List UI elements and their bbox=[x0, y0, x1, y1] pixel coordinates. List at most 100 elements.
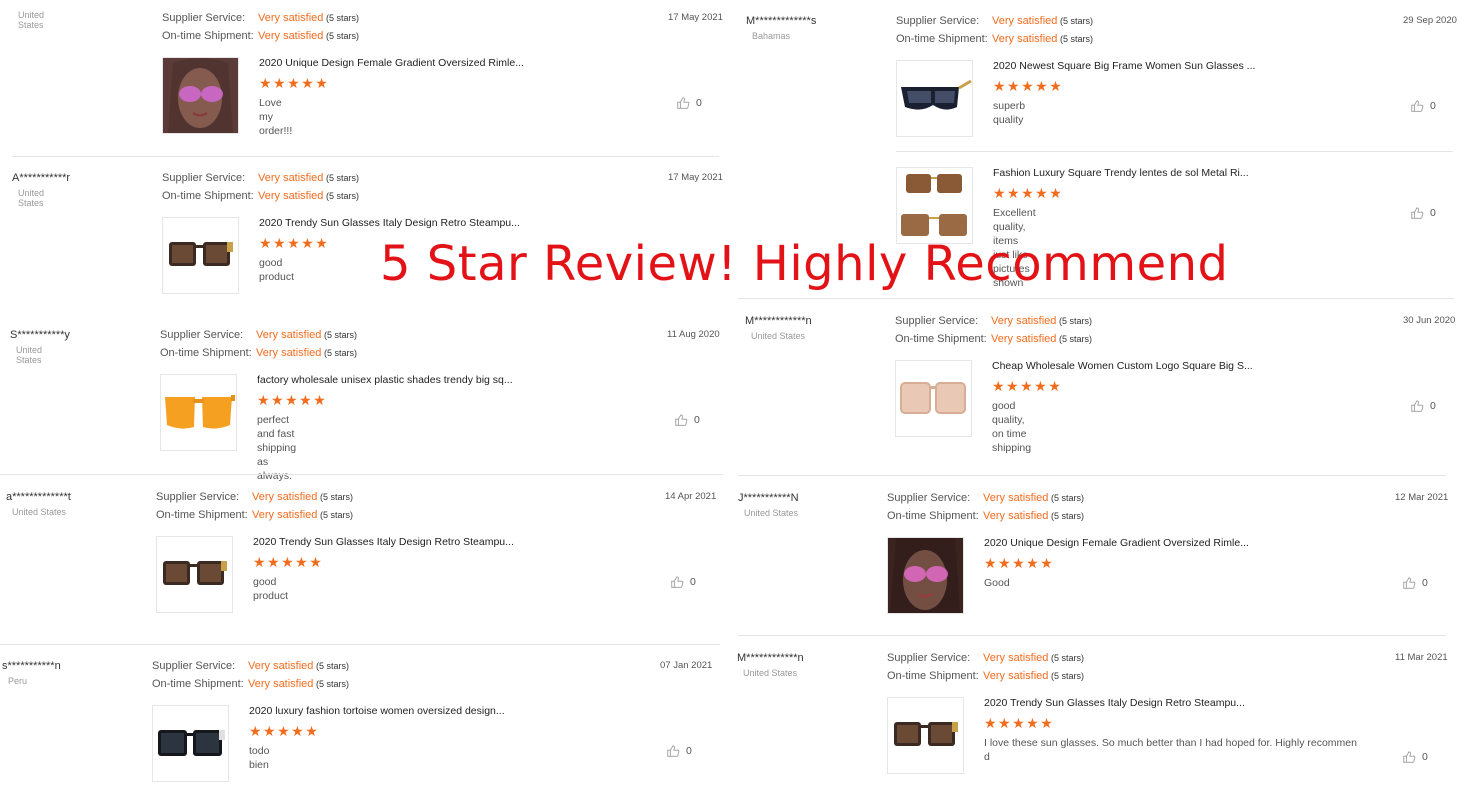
divider bbox=[896, 151, 1453, 152]
reviewer-name: M*************s bbox=[746, 15, 817, 27]
reviewer-country: United States bbox=[12, 507, 67, 517]
product-title-link[interactable]: 2020 luxury fashion tortoise women overs… bbox=[249, 705, 505, 717]
reviewer-country: United States bbox=[743, 668, 798, 678]
like-count: 0 bbox=[694, 413, 700, 426]
review-comment: todo bien bbox=[249, 745, 270, 771]
reviewer-info: a*************t United States bbox=[6, 491, 71, 517]
shipment-rating: On-time Shipment: Very satisfied (5 stars) bbox=[887, 510, 1085, 522]
review-date: 17 May 2021 bbox=[668, 172, 723, 183]
product-thumbnail[interactable] bbox=[895, 360, 972, 437]
review-date: 07 Jan 2021 bbox=[660, 660, 713, 671]
supplier-service-rating: Supplier Service: Very satisfied (5 stars) bbox=[887, 492, 1085, 504]
review-date: 30 Jun 2020 bbox=[1403, 315, 1456, 326]
product-title-link[interactable]: 2020 Unique Design Female Gradient Overs… bbox=[259, 57, 524, 69]
star-rating: ★★★★★ bbox=[984, 715, 1055, 731]
review-date: 14 Apr 2021 bbox=[665, 491, 717, 502]
product-thumbnail[interactable] bbox=[887, 537, 964, 614]
supplier-service-rating: Supplier Service: Very satisfied (5 stars) bbox=[887, 652, 1085, 664]
product-thumbnail[interactable] bbox=[162, 57, 239, 134]
review-comment: I love these sun glasses. So much better… bbox=[984, 737, 1357, 763]
divider bbox=[738, 475, 1446, 476]
star-rating: ★★★★★ bbox=[993, 185, 1064, 201]
like-button[interactable]: 0 bbox=[1410, 99, 1436, 113]
review-comment: good product bbox=[259, 257, 295, 283]
supplier-service-rating: Supplier Service: Very satisfied (5 stars) bbox=[162, 172, 360, 184]
thumb-up-icon bbox=[674, 413, 688, 427]
reviewer-name: s***********n bbox=[2, 660, 61, 672]
star-rating: ★★★★★ bbox=[257, 392, 328, 408]
reviewer-info: s***********n Peru bbox=[2, 660, 61, 686]
divider bbox=[0, 644, 720, 645]
product-title-link[interactable]: 2020 Trendy Sun Glasses Italy Design Ret… bbox=[253, 536, 514, 548]
like-count: 0 bbox=[690, 575, 696, 588]
reviewer-name: M************n bbox=[737, 652, 804, 664]
shipment-rating: On-time Shipment: Very satisfied (5 stars) bbox=[162, 30, 360, 42]
product-title-link[interactable]: 2020 Unique Design Female Gradient Overs… bbox=[984, 537, 1249, 549]
product-thumbnail[interactable] bbox=[160, 374, 237, 451]
review-comment: Love my order!!! bbox=[259, 97, 293, 137]
reviewer-country: United States bbox=[16, 345, 43, 365]
thumb-up-icon bbox=[1410, 206, 1424, 220]
like-count: 0 bbox=[686, 744, 692, 757]
product-thumbnail[interactable] bbox=[887, 697, 964, 774]
reviewer-country: Peru bbox=[8, 676, 28, 686]
supplier-service-rating: Supplier Service: Very satisfied (5 stars) bbox=[896, 15, 1094, 27]
divider bbox=[0, 474, 723, 475]
star-rating: ★★★★★ bbox=[259, 75, 330, 91]
product-title-link[interactable]: 2020 Newest Square Big Frame Women Sun G… bbox=[993, 60, 1255, 72]
review-date: 17 May 2021 bbox=[668, 12, 723, 23]
review-comment: perfect and fast shipping as always. bbox=[257, 414, 297, 482]
product-title-link[interactable]: Cheap Wholesale Women Custom Logo Square… bbox=[992, 360, 1253, 372]
reviewer-info: A***********r United States bbox=[12, 172, 70, 208]
product-title-link[interactable]: factory wholesale unisex plastic shades … bbox=[257, 374, 513, 386]
thumb-up-icon bbox=[1402, 750, 1416, 764]
product-thumbnail[interactable] bbox=[896, 167, 973, 244]
reviewer-country: United States bbox=[18, 10, 45, 30]
product-title-link[interactable]: Fashion Luxury Square Trendy lentes de s… bbox=[993, 167, 1249, 179]
review-comment: superb quality bbox=[993, 100, 1026, 126]
product-title-link[interactable]: 2020 Trendy Sun Glasses Italy Design Ret… bbox=[259, 217, 520, 229]
like-count: 0 bbox=[1430, 399, 1436, 412]
like-count: 0 bbox=[1422, 750, 1428, 763]
like-count: 0 bbox=[1430, 99, 1436, 112]
reviewer-name: A***********r bbox=[12, 172, 71, 184]
like-button[interactable]: 0 bbox=[676, 96, 702, 110]
star-rating: ★★★★★ bbox=[984, 555, 1055, 571]
reviewer-name: a*************t bbox=[6, 491, 71, 503]
supplier-service-rating: Supplier Service: Very satisfied (5 stars) bbox=[156, 491, 354, 503]
review-comment: Good bbox=[984, 577, 1010, 589]
like-count: 0 bbox=[1430, 206, 1436, 219]
like-button[interactable]: 0 bbox=[666, 744, 692, 758]
star-rating: ★★★★★ bbox=[253, 554, 324, 570]
product-thumbnail[interactable] bbox=[162, 217, 239, 294]
product-title-link[interactable]: 2020 Trendy Sun Glasses Italy Design Ret… bbox=[984, 697, 1245, 709]
thumb-up-icon bbox=[670, 575, 684, 589]
like-button[interactable]: 0 bbox=[1402, 750, 1428, 764]
reviewer-country: United States bbox=[751, 331, 806, 341]
shipment-rating: On-time Shipment: Very satisfied (5 stars) bbox=[887, 670, 1085, 682]
review-comment: good quality, on time shipping bbox=[992, 400, 1032, 454]
like-button[interactable]: 0 bbox=[670, 575, 696, 589]
review-date: 11 Aug 2020 bbox=[667, 329, 720, 340]
like-count: 0 bbox=[696, 96, 702, 109]
product-thumbnail[interactable] bbox=[156, 536, 233, 613]
product-thumbnail[interactable] bbox=[896, 60, 973, 137]
supplier-service-rating: Supplier Service: Very satisfied (5 stars) bbox=[162, 12, 360, 24]
shipment-rating: On-time Shipment: Very satisfied (5 stars) bbox=[895, 333, 1093, 345]
product-thumbnail[interactable] bbox=[152, 705, 229, 782]
supplier-service-rating: Supplier Service: Very satisfied (5 stars) bbox=[152, 660, 350, 672]
reviewer-name: S***********y bbox=[10, 329, 70, 341]
like-button[interactable]: 0 bbox=[1410, 399, 1436, 413]
like-count: 0 bbox=[1422, 576, 1428, 589]
like-button[interactable]: 0 bbox=[674, 413, 700, 427]
like-button[interactable]: 0 bbox=[1410, 206, 1436, 220]
review-date: 12 Mar 2021 bbox=[1395, 492, 1449, 503]
star-rating: ★★★★★ bbox=[993, 78, 1064, 94]
reviewer-country: Bahamas bbox=[752, 31, 791, 41]
reviewer-name: J***********N bbox=[738, 492, 799, 504]
star-rating: ★★★★★ bbox=[992, 378, 1063, 394]
reviewer-info: J***********N United States bbox=[738, 492, 799, 518]
thumb-up-icon bbox=[666, 744, 680, 758]
like-button[interactable]: 0 bbox=[1402, 576, 1428, 590]
supplier-service-rating: Supplier Service: Very satisfied (5 stars) bbox=[895, 315, 1093, 327]
